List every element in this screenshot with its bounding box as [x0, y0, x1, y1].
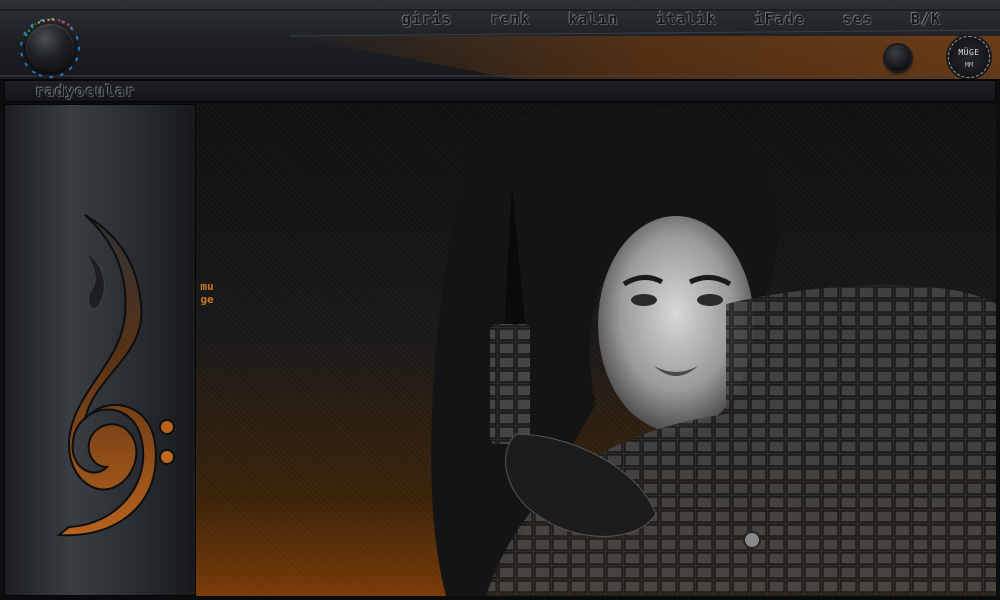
menu-giris[interactable]: giris	[383, 6, 471, 32]
logo-badge-icon: MÜGE MM	[948, 36, 990, 78]
menu-kalin[interactable]: kalın	[549, 6, 637, 32]
sidebar-panel	[4, 104, 196, 596]
radio-bar: radyocular	[4, 80, 996, 102]
bass-clef-icon	[56, 214, 175, 537]
logo-text-bottom: MM	[964, 61, 974, 69]
menu-ifade[interactable]: iFade	[736, 6, 824, 32]
main-content: muge	[196, 104, 996, 596]
portrait-image	[431, 104, 996, 596]
main-menu: giris renk kalın italik iFade ses B/K	[383, 6, 960, 32]
menu-bk[interactable]: B/K	[892, 6, 960, 32]
radio-channel-link[interactable]: radyocular	[35, 81, 135, 101]
menu-italik[interactable]: italik	[637, 6, 735, 32]
nickname-vertical: muge	[200, 280, 214, 306]
bottom-frame	[0, 596, 1000, 600]
volume-knob-icon[interactable]	[18, 14, 82, 78]
logo-text-top: MÜGE	[958, 48, 980, 57]
knob-cap	[26, 24, 74, 72]
top-toolbar: giris renk kalın italik iFade ses B/K MÜ…	[0, 0, 1000, 80]
menu-ses[interactable]: ses	[824, 6, 892, 32]
menu-renk[interactable]: renk	[471, 6, 549, 32]
round-button[interactable]	[885, 45, 911, 71]
